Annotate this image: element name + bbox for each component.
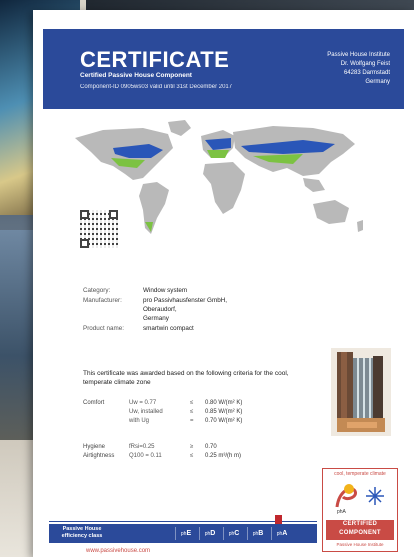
hygiene-label: Hygiene — [83, 444, 106, 450]
category-label: Category: — [83, 287, 111, 294]
comfort-formula: with Ug — [129, 418, 150, 424]
product-value: smartwin compact — [143, 325, 194, 332]
world-map — [75, 120, 363, 234]
comfort-operator: = — [190, 418, 194, 424]
comfort-value: 0.70 W/(m² K) — [205, 418, 243, 424]
map-south-america — [139, 182, 169, 234]
certificate-page: CERTIFICATE Certified Passive House Comp… — [33, 10, 414, 557]
efficiency-class-e: phE — [175, 527, 196, 540]
airtightness-formula: Q100 = 0.11 — [129, 453, 162, 459]
component-id: Component-ID 0905ws03 valid until 31st D… — [80, 84, 233, 90]
comfort-label: Comfort — [83, 400, 105, 406]
badge-pha-label: phA — [337, 509, 346, 515]
efficiency-class-a: phA — [271, 527, 292, 540]
class-letter: E — [186, 530, 192, 537]
institute-line: Passive House Institute — [327, 52, 390, 58]
hygiene-value: 0.70 — [205, 444, 217, 450]
airtightness-label: Airtightness — [83, 453, 115, 459]
certificate-subtitle: Certified Passive House Component — [80, 72, 192, 79]
badge-certified-text: CERTIFIED COMPONENT — [326, 520, 394, 540]
comfort-value: 0.85 W/(m² K) — [205, 409, 243, 415]
class-letter: A — [282, 530, 288, 537]
institute-address: Passive House Institute Dr. Wolfgang Fei… — [327, 51, 390, 87]
map-australia — [313, 200, 349, 224]
comfort-formula: Uw = 0.77 — [129, 400, 157, 406]
map-se-asia — [303, 178, 325, 192]
manufacturer-label: Manufacturer: — [83, 297, 122, 304]
institute-line: 64283 Darmstadt — [343, 70, 390, 76]
certificate-header: CERTIFICATE Certified Passive House Comp… — [43, 29, 404, 109]
efficiency-class-bar: Passive House efficiency class phE phD p… — [49, 515, 317, 543]
comfort-value: 0.80 W/(m² K) — [205, 400, 243, 406]
map-nz — [357, 220, 363, 232]
badge-logo-icon — [335, 484, 384, 508]
badge-institute: Passive House Institute — [336, 542, 384, 547]
efficiency-marker — [275, 515, 282, 524]
hygiene-formula: fRsi=0.25 — [129, 444, 155, 450]
institute-line: Dr. Wolfgang Feist — [340, 61, 390, 67]
class-letter: C — [234, 530, 240, 537]
manufacturer-line: Oberaudorf, — [143, 306, 177, 313]
efficiency-label-line: efficiency class — [61, 533, 103, 539]
website-link[interactable]: www.passivehouse.com — [86, 548, 150, 554]
map-africa — [203, 162, 245, 214]
comfort-operator: ≤ — [190, 409, 194, 415]
certified-component-badge: cool, temperate climate phA CERTIFIED CO… — [322, 468, 398, 552]
qr-corner — [109, 210, 118, 219]
qr-corner — [80, 239, 89, 248]
efficiency-label: Passive House efficiency class — [53, 526, 111, 540]
airtightness-operator: ≤ — [190, 453, 194, 459]
hygiene-operator: ≥ — [190, 444, 194, 450]
efficiency-label-line: Passive House — [62, 526, 102, 532]
institute-line: Germany — [365, 79, 390, 85]
awarded-statement: This certificate was awarded based on th… — [83, 370, 289, 386]
efficiency-class-c: phC — [223, 527, 244, 540]
product-label: Product name: — [83, 325, 124, 332]
badge-line: CERTIFIED — [342, 521, 378, 527]
manufacturer-line: Germany — [143, 315, 169, 322]
category-value: Window system — [143, 287, 188, 294]
efficiency-class-d: phD — [199, 527, 220, 540]
window-profile-image — [331, 348, 391, 436]
qr-code[interactable] — [80, 210, 118, 248]
badge-line: COMPONENT — [339, 530, 381, 536]
airtightness-value: 0.25 m³/(h m) — [205, 453, 242, 459]
comfort-operator: ≤ — [190, 400, 194, 406]
badge-climate-zone: cool, temperate climate — [334, 471, 386, 477]
certificate-title: CERTIFICATE — [80, 47, 230, 72]
manufacturer-line: pro Passivhausfenster GmbH, — [143, 297, 227, 304]
qr-corner — [80, 210, 89, 219]
class-letter: D — [210, 530, 216, 537]
efficiency-class-b: phB — [247, 527, 268, 540]
comfort-formula: Uw, installed — [129, 409, 163, 415]
class-letter: B — [258, 530, 264, 537]
map-greenland — [168, 120, 191, 136]
